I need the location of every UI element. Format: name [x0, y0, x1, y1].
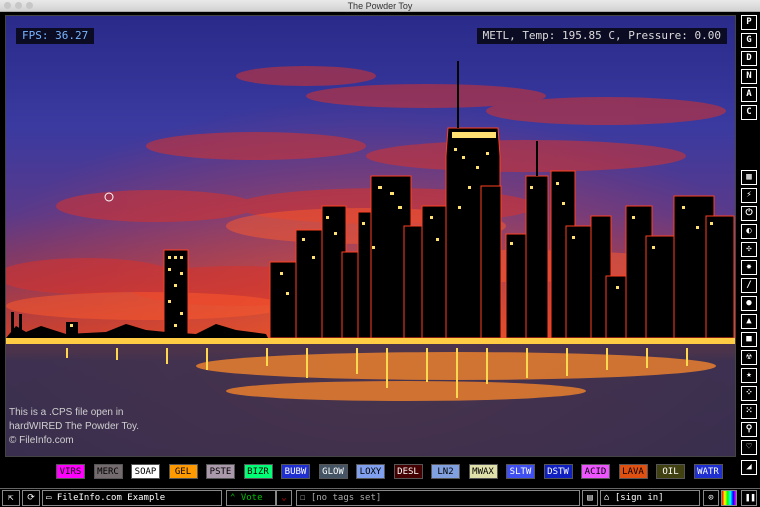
element-button-lava[interactable]: LAVA: [618, 464, 648, 479]
open-save-button[interactable]: ⇱: [2, 490, 20, 506]
element-button-watr[interactable]: WATR: [693, 464, 723, 479]
vote-label: Vote: [240, 493, 263, 503]
favorites-category-icon[interactable]: ♡: [741, 440, 757, 455]
side-menu: P G D N A C ▦ ⚡ ⏻ ◐ ✣ ✸ ∕ ● ▲ ■ ☢ ★ ⁘ ⁙ …: [739, 12, 760, 490]
save-name-field[interactable]: ▭ FileInfo.com Example: [42, 490, 222, 506]
element-button-acid[interactable]: ACID: [581, 464, 610, 479]
life-category-icon[interactable]: ⁙: [741, 404, 757, 419]
element-button-gel[interactable]: GEL: [168, 464, 198, 479]
powder-category-icon[interactable]: ▲: [741, 314, 757, 329]
caption-line-1: This is a .CPS file open in: [9, 407, 124, 418]
search-category-icon[interactable]: ◢: [741, 460, 757, 475]
force-category-icon[interactable]: ✣: [741, 242, 757, 257]
upvote-icon: ⌃: [230, 493, 241, 503]
pause-button[interactable]: ❚❚: [741, 490, 757, 506]
element-button-virs[interactable]: VIRS: [56, 464, 85, 479]
element-button-pste[interactable]: PSTE: [206, 464, 235, 479]
explosive-category-icon[interactable]: ✸: [741, 260, 757, 275]
watermark-caption: This is a .CPS file open in hardWIRED Th…: [9, 406, 209, 448]
element-button-oil[interactable]: OIL: [656, 464, 685, 479]
element-info-readout: METL, Temp: 195.85 C, Pressure: 0.00: [476, 28, 727, 44]
element-button-glow[interactable]: GLOW: [318, 464, 348, 479]
simulation-canvas[interactable]: FPS: 36.27 METL, Temp: 195.85 C, Pressur…: [5, 15, 736, 457]
element-button-desl[interactable]: DESL: [393, 464, 423, 479]
tag-icon: ☐: [300, 493, 311, 503]
radioactive-category-icon[interactable]: ☢: [741, 350, 757, 365]
settings-button[interactable]: ⊙: [703, 490, 719, 506]
color-picker-button[interactable]: [721, 490, 737, 506]
user-icon: ⌂: [604, 493, 615, 503]
downvote-button[interactable]: ⌄: [276, 490, 292, 506]
report-button[interactable]: ▤: [582, 490, 598, 506]
element-toolbar: VIRS MERC SOAP GEL PSTE BIZR BUBW GLOW LOXY DESL L…: [0, 460, 738, 484]
electronics-category-icon[interactable]: ⚡: [741, 188, 757, 203]
element-button-merc[interactable]: MERC: [93, 464, 123, 479]
tools-category-icon[interactable]: ⚲: [741, 422, 757, 437]
window-titlebar: The Powder Toy: [0, 0, 760, 12]
gravity-button-g[interactable]: G: [741, 33, 757, 48]
element-button-ln2[interactable]: LN2: [431, 464, 460, 479]
element-button-sltw[interactable]: SLTW: [506, 464, 535, 479]
particles-category-icon[interactable]: ⁘: [741, 386, 757, 401]
element-button-dstw[interactable]: DSTW: [543, 464, 573, 479]
decoration-button-d[interactable]: D: [741, 51, 757, 66]
special-category-icon[interactable]: ★: [741, 368, 757, 383]
tags-field[interactable]: ☐ [no tags set]: [296, 490, 580, 506]
upvote-button[interactable]: ⌃ Vote: [226, 490, 276, 506]
sign-in-label: [sign in]: [614, 493, 664, 503]
save-icon: ▭: [46, 493, 57, 503]
save-name-label: FileInfo.com Example: [56, 493, 166, 503]
console-button-c[interactable]: C: [741, 105, 757, 120]
liquid-category-icon[interactable]: ●: [741, 296, 757, 311]
sign-in-button[interactable]: ⌂ [sign in]: [600, 490, 700, 506]
element-button-loxy[interactable]: LOXY: [356, 464, 385, 479]
element-button-mwax[interactable]: MWAX: [468, 464, 498, 479]
city-skyline-scene: [6, 16, 735, 456]
element-button-soap[interactable]: SOAP: [131, 464, 160, 479]
window-title: The Powder Toy: [347, 1, 413, 11]
caption-line-2: hardWIRED The Powder Toy.: [9, 421, 140, 432]
walls-category-icon[interactable]: ▦: [741, 170, 757, 185]
bottom-bar: ⇱ ⟳ ▭ FileInfo.com Example ⌃ Vote ⌄ ☐ [n…: [0, 488, 760, 507]
fps-readout: FPS: 36.27: [16, 28, 95, 44]
element-button-bizr[interactable]: BIZR: [243, 464, 273, 479]
caption-line-3: © FileInfo.com: [9, 435, 74, 446]
reload-button[interactable]: ⟳: [22, 490, 40, 506]
power-category-icon[interactable]: ⏻: [741, 206, 757, 221]
gas-category-icon[interactable]: ∕: [741, 278, 757, 293]
element-button-bubw[interactable]: BUBW: [281, 464, 310, 479]
sensor-category-icon[interactable]: ◐: [741, 224, 757, 239]
solid-category-icon[interactable]: ■: [741, 332, 757, 347]
newtonian-button-n[interactable]: N: [741, 69, 757, 84]
tags-label: [no tags set]: [310, 493, 382, 503]
pause-mode-button-p[interactable]: P: [741, 15, 757, 30]
ambient-heat-button-a[interactable]: A: [741, 87, 757, 102]
